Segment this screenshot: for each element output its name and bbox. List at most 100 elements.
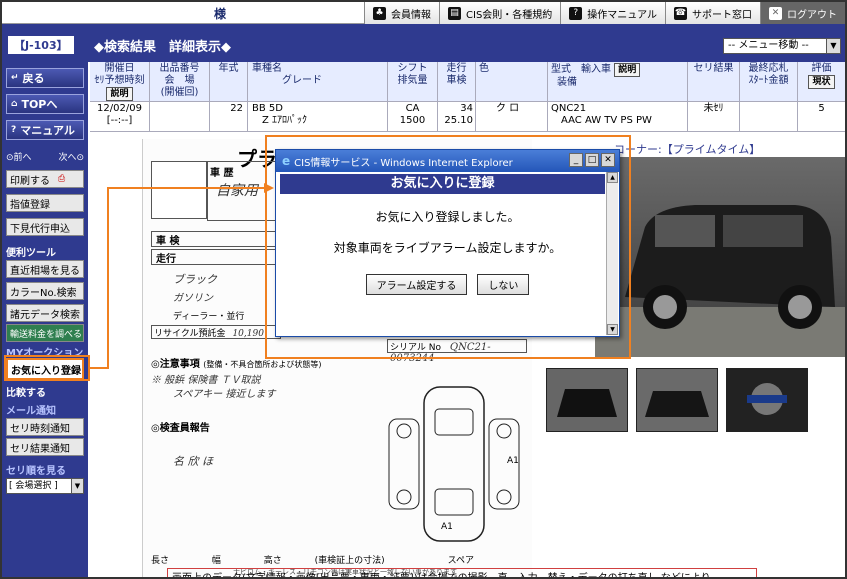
- alarm-set-button[interactable]: アラーム設定する: [365, 274, 468, 295]
- cell-car: BB 5D Z ｴｱﾛﾊﾟｯｸ: [248, 102, 388, 131]
- back-button[interactable]: ↵ 戻る: [6, 68, 84, 88]
- cell-color: ク ロ: [476, 102, 548, 131]
- arrow-left-icon: ↵: [11, 73, 19, 83]
- dialog-titlebar: e CIS情報サービス - Windows Internet Explorer …: [276, 150, 619, 172]
- spec-label: 諸元データ検索: [10, 309, 80, 321]
- shipping-button[interactable]: 輸送料金を調べる: [6, 324, 84, 342]
- document-icon: ▤: [448, 6, 462, 20]
- nav-manual[interactable]: ? 操作マニュアル: [560, 2, 665, 24]
- row-date: 12/02/09: [97, 103, 142, 114]
- col-color: 色: [476, 62, 548, 101]
- svg-text:A1: A1: [507, 456, 519, 466]
- nav-logout[interactable]: ✕ ログアウト: [760, 2, 845, 24]
- col-rating: 評価 現状: [798, 62, 845, 101]
- nav-member-info[interactable]: ♣ 会員情報: [364, 2, 440, 24]
- cell-date: 12/02/09 [--:--]: [90, 102, 150, 131]
- print-button[interactable]: 印刷する ⎙: [6, 170, 84, 188]
- header-grade: グレード: [282, 75, 322, 86]
- car-photo-image: [595, 205, 845, 357]
- car-thumbnail-1[interactable]: [546, 368, 628, 432]
- prev-link[interactable]: ⊙前へ: [6, 150, 32, 163]
- thumbnail-image: [547, 369, 627, 431]
- dialog-message-alarm: 対象車両をライブアラーム設定しますか。: [333, 241, 562, 255]
- col-model: 型式 輸入車 説明 装備: [548, 62, 688, 101]
- header-model: 型式: [551, 64, 571, 75]
- header-color: 色: [479, 63, 489, 74]
- print-label: 印刷する: [10, 175, 50, 187]
- car-thumbnail-3[interactable]: [726, 368, 808, 432]
- mail-label: メール通知: [6, 406, 56, 417]
- compare-link[interactable]: 比較する: [6, 384, 84, 399]
- car-thumbnail-2[interactable]: [636, 368, 718, 432]
- cell-shift: CA 1500: [388, 102, 438, 131]
- sale-result-button[interactable]: セリ結果通知: [6, 438, 84, 456]
- bid-button[interactable]: 指値登録: [6, 194, 84, 212]
- dialog-buttons: アラーム設定する しない: [276, 274, 619, 295]
- header-equip: 装備: [557, 77, 577, 88]
- house-icon: ♣: [373, 6, 387, 20]
- shipping-label: 輸送料金を調べる: [10, 329, 83, 340]
- sheet-length-label: 長さ: [151, 556, 170, 566]
- row-year: 22: [230, 103, 243, 114]
- col-shift: シフト 排気量: [388, 62, 438, 101]
- manual-label: マニュアル: [20, 124, 75, 137]
- row-inspect: 25.10: [444, 115, 473, 126]
- sheet-spare-label: スペア: [447, 556, 474, 566]
- market-button[interactable]: 直近相場を見る: [6, 260, 84, 278]
- thumbnail-image: [637, 369, 717, 431]
- row-mileage: 34: [460, 103, 473, 114]
- col-year: 年式: [210, 62, 248, 101]
- col-final: 最終応札 ｽﾀｰﾄ金額: [740, 62, 798, 101]
- sale-time-button[interactable]: セリ時刻通知: [6, 418, 84, 436]
- spec-search-button[interactable]: 諸元データ検索: [6, 304, 84, 322]
- nav-label: CIS会則・各種規約: [466, 9, 553, 21]
- maximize-icon[interactable]: □: [585, 153, 599, 167]
- sheet-handwrite-note1: ※ 般鋲 保険書 ＴＶ取説: [151, 375, 261, 386]
- import-explain-button[interactable]: 説明: [614, 63, 641, 77]
- nav-support[interactable]: ☎ サポート窓口: [665, 2, 760, 24]
- header-year: 年式: [218, 63, 239, 74]
- phone-icon: ☎: [674, 6, 687, 20]
- corner-label: コーナー:【プライムタイム】: [614, 143, 761, 156]
- sheet-size-row: 長さ 幅 高さ (車検証上の寸法) スペア: [151, 553, 474, 566]
- next-link[interactable]: 次へ⊙: [58, 150, 84, 163]
- scroll-down-icon[interactable]: ▼: [607, 324, 618, 335]
- sale-result-label: セリ結果通知: [10, 443, 70, 455]
- color-search-button[interactable]: カラーNo.検索: [6, 282, 84, 300]
- manual-button[interactable]: ? マニュアル: [6, 120, 84, 140]
- scroll-up-icon[interactable]: ▲: [607, 172, 618, 183]
- explain-button[interactable]: 説明: [106, 87, 133, 101]
- nav-label: ログアウト: [787, 9, 837, 21]
- browser-icon: e: [282, 154, 291, 168]
- window-controls: _ □ ✕: [569, 153, 615, 167]
- header-car: 車種名: [252, 63, 282, 74]
- dialog-window-title: CIS情報サービス - Windows Internet Explorer: [294, 157, 513, 169]
- nav-label: サポート窓口: [692, 9, 752, 21]
- top-label: TOPへ: [21, 98, 58, 111]
- market-label: 直近相場を見る: [10, 265, 80, 277]
- close-icon[interactable]: ✕: [601, 153, 615, 167]
- rating-ref-button[interactable]: 現状: [808, 75, 835, 89]
- chevron-down-icon: ▼: [71, 479, 83, 493]
- preview-button[interactable]: 下見代行申込: [6, 218, 84, 236]
- header-date: 開催日: [104, 63, 135, 74]
- header-mileage: 走行: [446, 63, 467, 74]
- row-time: [--:--]: [106, 115, 133, 126]
- row-result: 未ｾﾘ: [703, 103, 724, 114]
- top-button[interactable]: ⌂ TOPへ: [6, 94, 84, 114]
- preview-label: 下見代行申込: [10, 223, 70, 235]
- table-row: 12/02/09 [--:--] 22 BB 5D Z ｴｱﾛﾊﾟｯｸ CA 1…: [90, 102, 845, 132]
- sheet-width-label: 幅: [211, 556, 221, 566]
- sheet-height-label: 高さ: [263, 556, 282, 566]
- car-main-photo[interactable]: [595, 157, 845, 357]
- col-car: 車種名 グレード: [248, 62, 388, 101]
- minimize-icon[interactable]: _: [569, 153, 583, 167]
- nav-rules[interactable]: ▤ CIS会則・各種規約: [439, 2, 561, 24]
- cell-result: 未ｾﾘ: [688, 102, 740, 131]
- row-color: ク ロ: [496, 103, 520, 114]
- dialog-scrollbar[interactable]: ▲ ▼: [606, 172, 618, 335]
- svg-text:A1: A1: [441, 522, 453, 532]
- menu-move-select[interactable]: -- メニュー移動 -- ▼: [723, 38, 841, 54]
- decline-button[interactable]: しない: [477, 274, 530, 295]
- venue-select[interactable]: [ 会場選択 ] ▼: [6, 478, 84, 494]
